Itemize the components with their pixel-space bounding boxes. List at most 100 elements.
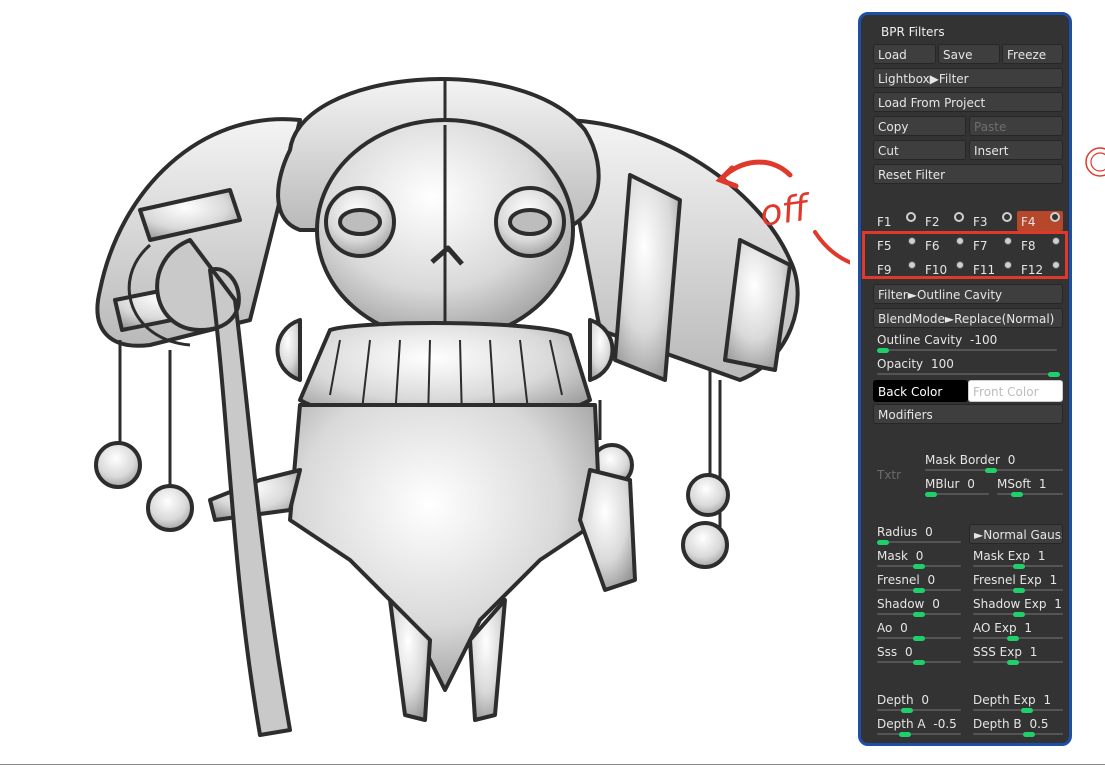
- msoft-track[interactable]: [997, 493, 1063, 495]
- mask-border-label: Mask Border: [925, 453, 1000, 467]
- depth-track[interactable]: [877, 709, 961, 711]
- freeze-button[interactable]: Freeze: [1002, 44, 1063, 64]
- sss-exp-value: 1: [1029, 645, 1038, 659]
- mask-label: Mask: [877, 549, 908, 563]
- depth-b-knob[interactable]: [1023, 732, 1035, 737]
- slot-f2[interactable]: F2: [925, 215, 940, 229]
- modifiers-button[interactable]: Modifiers: [873, 404, 1063, 424]
- sss-exp-slider[interactable]: SSS Exp 1: [973, 645, 1037, 659]
- shadow-exp-slider[interactable]: Shadow Exp 1: [973, 597, 1062, 611]
- msoft-label: MSoft: [997, 477, 1032, 491]
- depth-a-track[interactable]: [877, 733, 961, 735]
- fresnel-knob[interactable]: [913, 588, 925, 593]
- depth-exp-value: 1: [1043, 693, 1052, 707]
- depth-a-label: Depth A: [877, 717, 926, 731]
- depth-slider[interactable]: Depth 0: [877, 693, 929, 707]
- mask-border-slider[interactable]: Mask Border 0: [925, 453, 1015, 467]
- opacity-track[interactable]: [877, 373, 1057, 375]
- mblur-knob[interactable]: [925, 492, 937, 497]
- bpr-filters-panel: BPR Filters Load Save Freeze Lightbox▶Fi…: [858, 12, 1072, 746]
- shadow-exp-knob[interactable]: [1013, 612, 1025, 617]
- slot-f4[interactable]: F4: [1021, 215, 1036, 229]
- load-from-project-button[interactable]: Load From Project: [873, 92, 1063, 112]
- slot-f1[interactable]: F1: [877, 215, 892, 229]
- depth-b-slider[interactable]: Depth B 0.5: [973, 717, 1049, 731]
- panel-title: BPR Filters: [881, 25, 945, 39]
- shadow-value: 0: [932, 597, 940, 611]
- depth-exp-knob[interactable]: [1021, 708, 1033, 713]
- ao-slider[interactable]: Ao 0: [877, 621, 908, 635]
- msoft-knob[interactable]: [1011, 492, 1023, 497]
- ao-exp-slider[interactable]: AO Exp 1: [973, 621, 1032, 635]
- ao-knob[interactable]: [913, 636, 925, 641]
- save-button[interactable]: Save: [938, 44, 1000, 64]
- blendmode-button[interactable]: BlendMode►Replace(Normal): [873, 308, 1063, 328]
- shadow-slider[interactable]: Shadow 0: [877, 597, 940, 611]
- depth-a-knob[interactable]: [899, 732, 911, 737]
- slot-f3[interactable]: F3: [973, 215, 988, 229]
- outline-cavity-slider[interactable]: Outline Cavity -100: [877, 333, 997, 347]
- depth-b-label: Depth B: [973, 717, 1022, 731]
- bottom-divider: [0, 764, 1105, 765]
- outline-cavity-track[interactable]: [877, 349, 1057, 351]
- shadow-exp-label: Shadow Exp: [973, 597, 1047, 611]
- ao-value: 0: [900, 621, 908, 635]
- reset-filter-button[interactable]: Reset Filter: [873, 164, 1063, 184]
- copy-button[interactable]: Copy: [873, 116, 966, 136]
- cut-button[interactable]: Cut: [873, 140, 966, 160]
- msoft-slider[interactable]: MSoft 1: [997, 477, 1047, 491]
- shadow-knob[interactable]: [913, 612, 925, 617]
- jester-doll-sculpt: off: [94, 77, 850, 737]
- sss-knob[interactable]: [913, 660, 925, 665]
- ao-exp-label: AO Exp: [973, 621, 1017, 635]
- depth-b-track[interactable]: [973, 733, 1063, 735]
- mask-exp-slider[interactable]: Mask Exp 1: [973, 549, 1046, 563]
- slot-f2-radio[interactable]: [954, 212, 964, 222]
- opacity-knob[interactable]: [1048, 372, 1060, 377]
- annotation-text: off: [758, 187, 815, 235]
- lightbox-filter-button[interactable]: Lightbox▶Filter: [873, 68, 1063, 88]
- radius-value: 0: [925, 525, 933, 539]
- mask-exp-knob[interactable]: [1013, 564, 1025, 569]
- fresnel-slider[interactable]: Fresnel 0: [877, 573, 935, 587]
- fresnel-value: 0: [927, 573, 936, 587]
- depth-exp-slider[interactable]: Depth Exp 1: [973, 693, 1051, 707]
- radius-slider[interactable]: Radius 0: [877, 525, 933, 539]
- insert-button[interactable]: Insert: [969, 140, 1063, 160]
- sss-slider[interactable]: Sss 0: [877, 645, 913, 659]
- depth-a-value: -0.5: [933, 717, 957, 731]
- fresnel-exp-slider[interactable]: Fresnel Exp 1: [973, 573, 1057, 587]
- slot-f1-radio[interactable]: [906, 212, 916, 222]
- outline-cavity-knob[interactable]: [877, 348, 889, 353]
- depth-a-slider[interactable]: Depth A -0.5: [877, 717, 957, 731]
- normal-gauss-button[interactable]: ►Normal Gauss: [969, 524, 1063, 544]
- paste-button[interactable]: Paste: [969, 116, 1063, 136]
- radius-track[interactable]: [877, 541, 961, 543]
- msoft-value: 1: [1038, 477, 1047, 491]
- mblur-slider[interactable]: MBlur 0: [925, 477, 975, 491]
- opacity-value: 100: [930, 357, 954, 371]
- mask-slider[interactable]: Mask 0: [877, 549, 923, 563]
- txtr-label[interactable]: Txtr: [877, 468, 901, 482]
- annotation-highlight-box: [862, 231, 1068, 279]
- depth-b-value: 0.5: [1029, 717, 1049, 731]
- mask-border-knob[interactable]: [985, 468, 997, 473]
- sss-exp-knob[interactable]: [1007, 660, 1019, 665]
- radius-knob[interactable]: [877, 540, 889, 545]
- filter-type-button[interactable]: Filter►Outline Cavity: [873, 284, 1063, 304]
- radius-label: Radius: [877, 525, 918, 539]
- mask-knob[interactable]: [913, 564, 925, 569]
- ao-exp-knob[interactable]: [1007, 636, 1019, 641]
- ao-label: Ao: [877, 621, 893, 635]
- front-color-swatch[interactable]: Front Color: [968, 380, 1063, 402]
- depth-knob[interactable]: [901, 708, 913, 713]
- slot-f3-radio[interactable]: [1002, 212, 1012, 222]
- opacity-slider[interactable]: Opacity 100: [877, 357, 954, 371]
- depth-exp-track[interactable]: [973, 709, 1063, 711]
- load-button[interactable]: Load: [873, 44, 936, 64]
- slot-f4-radio[interactable]: [1050, 212, 1060, 222]
- back-color-swatch[interactable]: Back Color: [873, 380, 968, 402]
- fresnel-exp-knob[interactable]: [1013, 588, 1025, 593]
- shadow-exp-value: 1: [1054, 597, 1062, 611]
- sss-label: Sss: [877, 645, 898, 659]
